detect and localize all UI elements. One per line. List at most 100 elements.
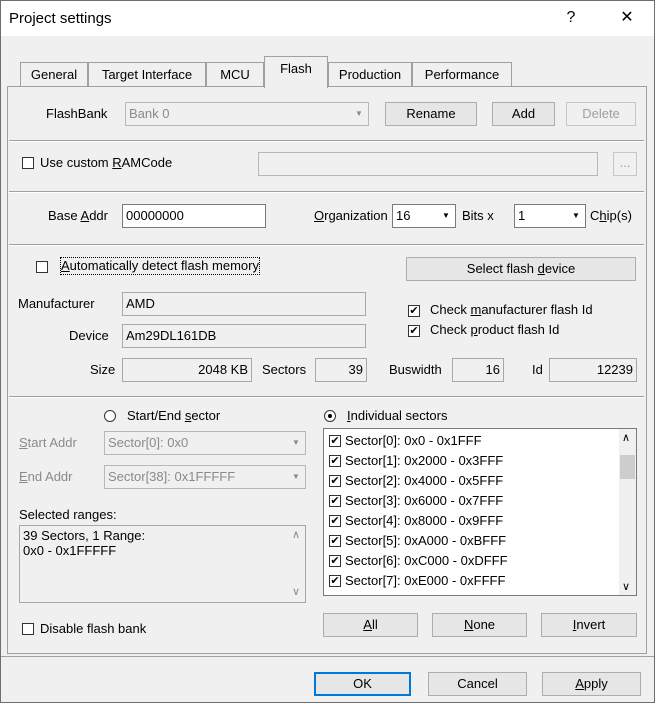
tab-performance[interactable]: Performance <box>412 62 512 86</box>
check-product-id-label: Check product flash Id <box>430 322 560 337</box>
flashbank-value: Bank 0 <box>129 106 170 121</box>
tab-production[interactable]: Production <box>328 62 412 86</box>
sector-label: Sector[7]: 0xE000 - 0xFFFF <box>345 573 506 588</box>
sectors-label: Sectors <box>262 362 307 377</box>
help-button[interactable]: ? <box>551 6 591 30</box>
sector-checkbox[interactable]: ✔ <box>329 455 341 467</box>
disable-flash-bank-label: Disable flash bank <box>40 621 147 636</box>
size-label: Size <box>90 362 116 377</box>
chips-select[interactable]: 1 ▼ <box>514 204 586 228</box>
start-end-sector-label: Start/End sector <box>127 408 221 423</box>
separator <box>9 191 644 193</box>
auto-detect-label: Automatically detect flash memory <box>60 257 260 275</box>
individual-sectors-radio[interactable] <box>324 410 336 422</box>
ok-button[interactable]: OK <box>314 672 411 696</box>
invert-selection-button[interactable]: Invert <box>541 613 637 637</box>
auto-detect-checkbox[interactable] <box>36 261 48 273</box>
end-addr-label: End Addr <box>19 469 73 484</box>
flashbank-select[interactable]: Bank 0 ▼ <box>125 102 369 126</box>
scroll-down-icon[interactable]: ∨ <box>622 580 630 593</box>
buswidth-label: Buswidth <box>389 362 442 377</box>
sector-label: Sector[6]: 0xC000 - 0xDFFF <box>345 553 508 568</box>
tab-flash[interactable]: Flash <box>264 56 328 88</box>
sectors-field: 39 <box>315 358 367 382</box>
sector-label: Sector[4]: 0x8000 - 0x9FFF <box>345 513 504 528</box>
sector-checkbox[interactable]: ✔ <box>329 555 341 567</box>
bits-select[interactable]: 16 ▼ <box>392 204 456 228</box>
apply-button[interactable]: Apply <box>542 672 641 696</box>
select-flash-device-button[interactable]: Select flash device <box>406 257 636 281</box>
selected-ranges-label: Selected ranges: <box>19 507 117 522</box>
sector-label: Sector[2]: 0x4000 - 0x5FFF <box>345 473 504 488</box>
use-custom-ramcode-label: Use custom RAMCode <box>40 155 173 170</box>
use-custom-ramcode-checkbox[interactable] <box>22 157 34 169</box>
sector-list[interactable]: ✔ Sector[0]: 0x0 - 0x1FFF ✔ Sector[1]: 0x2… <box>323 428 637 596</box>
manufacturer-field: AMD <box>122 292 366 316</box>
select-all-button[interactable]: All <box>323 613 418 637</box>
size-field: 2048 KB <box>122 358 252 382</box>
separator <box>1 656 655 657</box>
sector-label: Sector[1]: 0x2000 - 0x3FFF <box>345 453 504 468</box>
device-label: Device <box>69 328 109 343</box>
sector-checkbox[interactable]: ✔ <box>329 575 341 587</box>
device-field: Am29DL161DB <box>122 324 366 348</box>
manufacturer-label: Manufacturer <box>18 296 95 311</box>
chevron-down-icon: ▼ <box>292 438 300 447</box>
separator <box>9 396 644 398</box>
organization-label: Organization <box>314 208 388 223</box>
sector-label: Sector[3]: 0x6000 - 0x7FFF <box>345 493 504 508</box>
select-none-button[interactable]: None <box>432 613 527 637</box>
id-label: Id <box>532 362 543 377</box>
base-addr-input[interactable]: 00000000 <box>122 204 266 228</box>
start-addr-select[interactable]: Sector[0]: 0x0 ▼ <box>104 431 306 455</box>
buswidth-field: 16 <box>452 358 504 382</box>
id-field: 12239 <box>549 358 637 382</box>
delete-button[interactable]: Delete <box>566 102 636 126</box>
tab-general[interactable]: General <box>20 62 88 86</box>
close-button[interactable]: ✕ <box>607 6 647 30</box>
scrollbar-thumb[interactable] <box>620 455 635 479</box>
check-manufacturer-id-label: Check manufacturer flash Id <box>430 302 593 317</box>
sector-checkbox[interactable]: ✔ <box>329 435 341 447</box>
sector-checkbox[interactable]: ✔ <box>329 535 341 547</box>
rename-button[interactable]: Rename <box>385 102 477 126</box>
sector-checkbox[interactable]: ✔ <box>329 475 341 487</box>
cancel-button[interactable]: Cancel <box>428 672 527 696</box>
selected-ranges-line2: 0x0 - 0x1FFFFF <box>23 543 117 558</box>
end-addr-value: Sector[38]: 0x1FFFFF <box>108 469 236 484</box>
ramcode-browse-button[interactable]: ... <box>613 152 637 176</box>
sector-list-scrollbar[interactable]: ∧ ∨ <box>619 429 636 595</box>
sector-checkbox[interactable]: ✔ <box>329 495 341 507</box>
selected-ranges-box: 39 Sectors, 1 Range: 0x0 - 0x1FFFFF ∧ ∨ <box>19 525 306 603</box>
tab-mcu[interactable]: MCU <box>206 62 264 86</box>
chips-value: 1 <box>518 208 526 223</box>
chevron-down-icon: ▼ <box>442 211 450 220</box>
check-manufacturer-id-checkbox[interactable]: ✔ <box>408 305 420 317</box>
sector-label: Sector[5]: 0xA000 - 0xBFFF <box>345 533 507 548</box>
scroll-down-icon: ∨ <box>291 586 300 598</box>
individual-sectors-label: Individual sectors <box>347 408 448 423</box>
bits-x-label: Bits x <box>462 208 494 223</box>
scroll-up-icon[interactable]: ∧ <box>622 431 630 444</box>
chevron-down-icon: ▼ <box>292 472 300 481</box>
disable-flash-bank-checkbox[interactable] <box>22 623 34 635</box>
chevron-down-icon: ▼ <box>355 109 363 118</box>
start-addr-value: Sector[0]: 0x0 <box>108 435 189 450</box>
separator <box>9 140 644 142</box>
bits-value: 16 <box>396 208 411 223</box>
sector-checkbox[interactable]: ✔ <box>329 515 341 527</box>
chevron-down-icon: ▼ <box>572 211 580 220</box>
window-title: Project settings <box>9 10 112 27</box>
tab-target-interface[interactable]: Target Interface <box>88 62 206 86</box>
add-button[interactable]: Add <box>492 102 555 126</box>
start-end-sector-radio[interactable] <box>104 410 116 422</box>
chips-label: Chip(s) <box>590 208 632 223</box>
separator <box>9 244 644 246</box>
sector-label: Sector[0]: 0x0 - 0x1FFF <box>345 433 482 448</box>
check-product-id-checkbox[interactable]: ✔ <box>408 325 420 337</box>
scroll-up-icon: ∧ <box>291 529 300 541</box>
ramcode-path-field[interactable] <box>258 152 598 176</box>
selected-ranges-line1: 39 Sectors, 1 Range: <box>23 528 146 543</box>
end-addr-select[interactable]: Sector[38]: 0x1FFFFF ▼ <box>104 465 306 489</box>
start-addr-label: Start Addr <box>19 435 77 450</box>
